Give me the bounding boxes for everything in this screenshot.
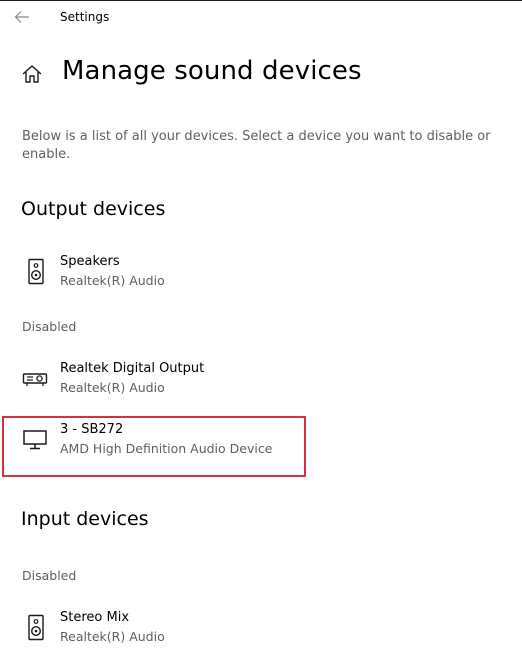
speaker-icon [28, 258, 44, 285]
highlight-annotation-box [2, 416, 306, 477]
output-devices-header: Output devices [21, 198, 166, 220]
device-name: Realtek Digital Output [60, 361, 205, 376]
digital-output-icon [22, 373, 48, 386]
device-name: Stereo Mix [60, 610, 130, 625]
back-arrow-icon [14, 11, 29, 23]
device-driver: Realtek(R) Audio [60, 629, 165, 644]
device-driver: Realtek(R) Audio [60, 380, 165, 395]
device-driver: Realtek(R) Audio [60, 273, 165, 288]
input-disabled-label: Disabled [22, 568, 77, 583]
back-button[interactable] [8, 5, 36, 29]
page-description: Below is a list of all your devices. Sel… [22, 129, 491, 162]
title-bar: Settings [0, 1, 522, 33]
home-icon[interactable] [20, 62, 44, 86]
device-item-speakers[interactable]: Speakers Realtek(R) Audio [14, 254, 314, 298]
input-devices-header: Input devices [21, 508, 149, 530]
device-item-stereo-mix[interactable]: Stereo Mix Realtek(R) Audio [14, 610, 314, 654]
device-item-realtek-digital-output[interactable]: Realtek Digital Output Realtek(R) Audio [14, 361, 314, 405]
device-name: Speakers [60, 254, 120, 269]
page-title: Manage sound devices [62, 56, 362, 86]
speaker-icon [28, 614, 44, 641]
output-disabled-label: Disabled [22, 319, 77, 334]
window-title: Settings [60, 10, 110, 24]
